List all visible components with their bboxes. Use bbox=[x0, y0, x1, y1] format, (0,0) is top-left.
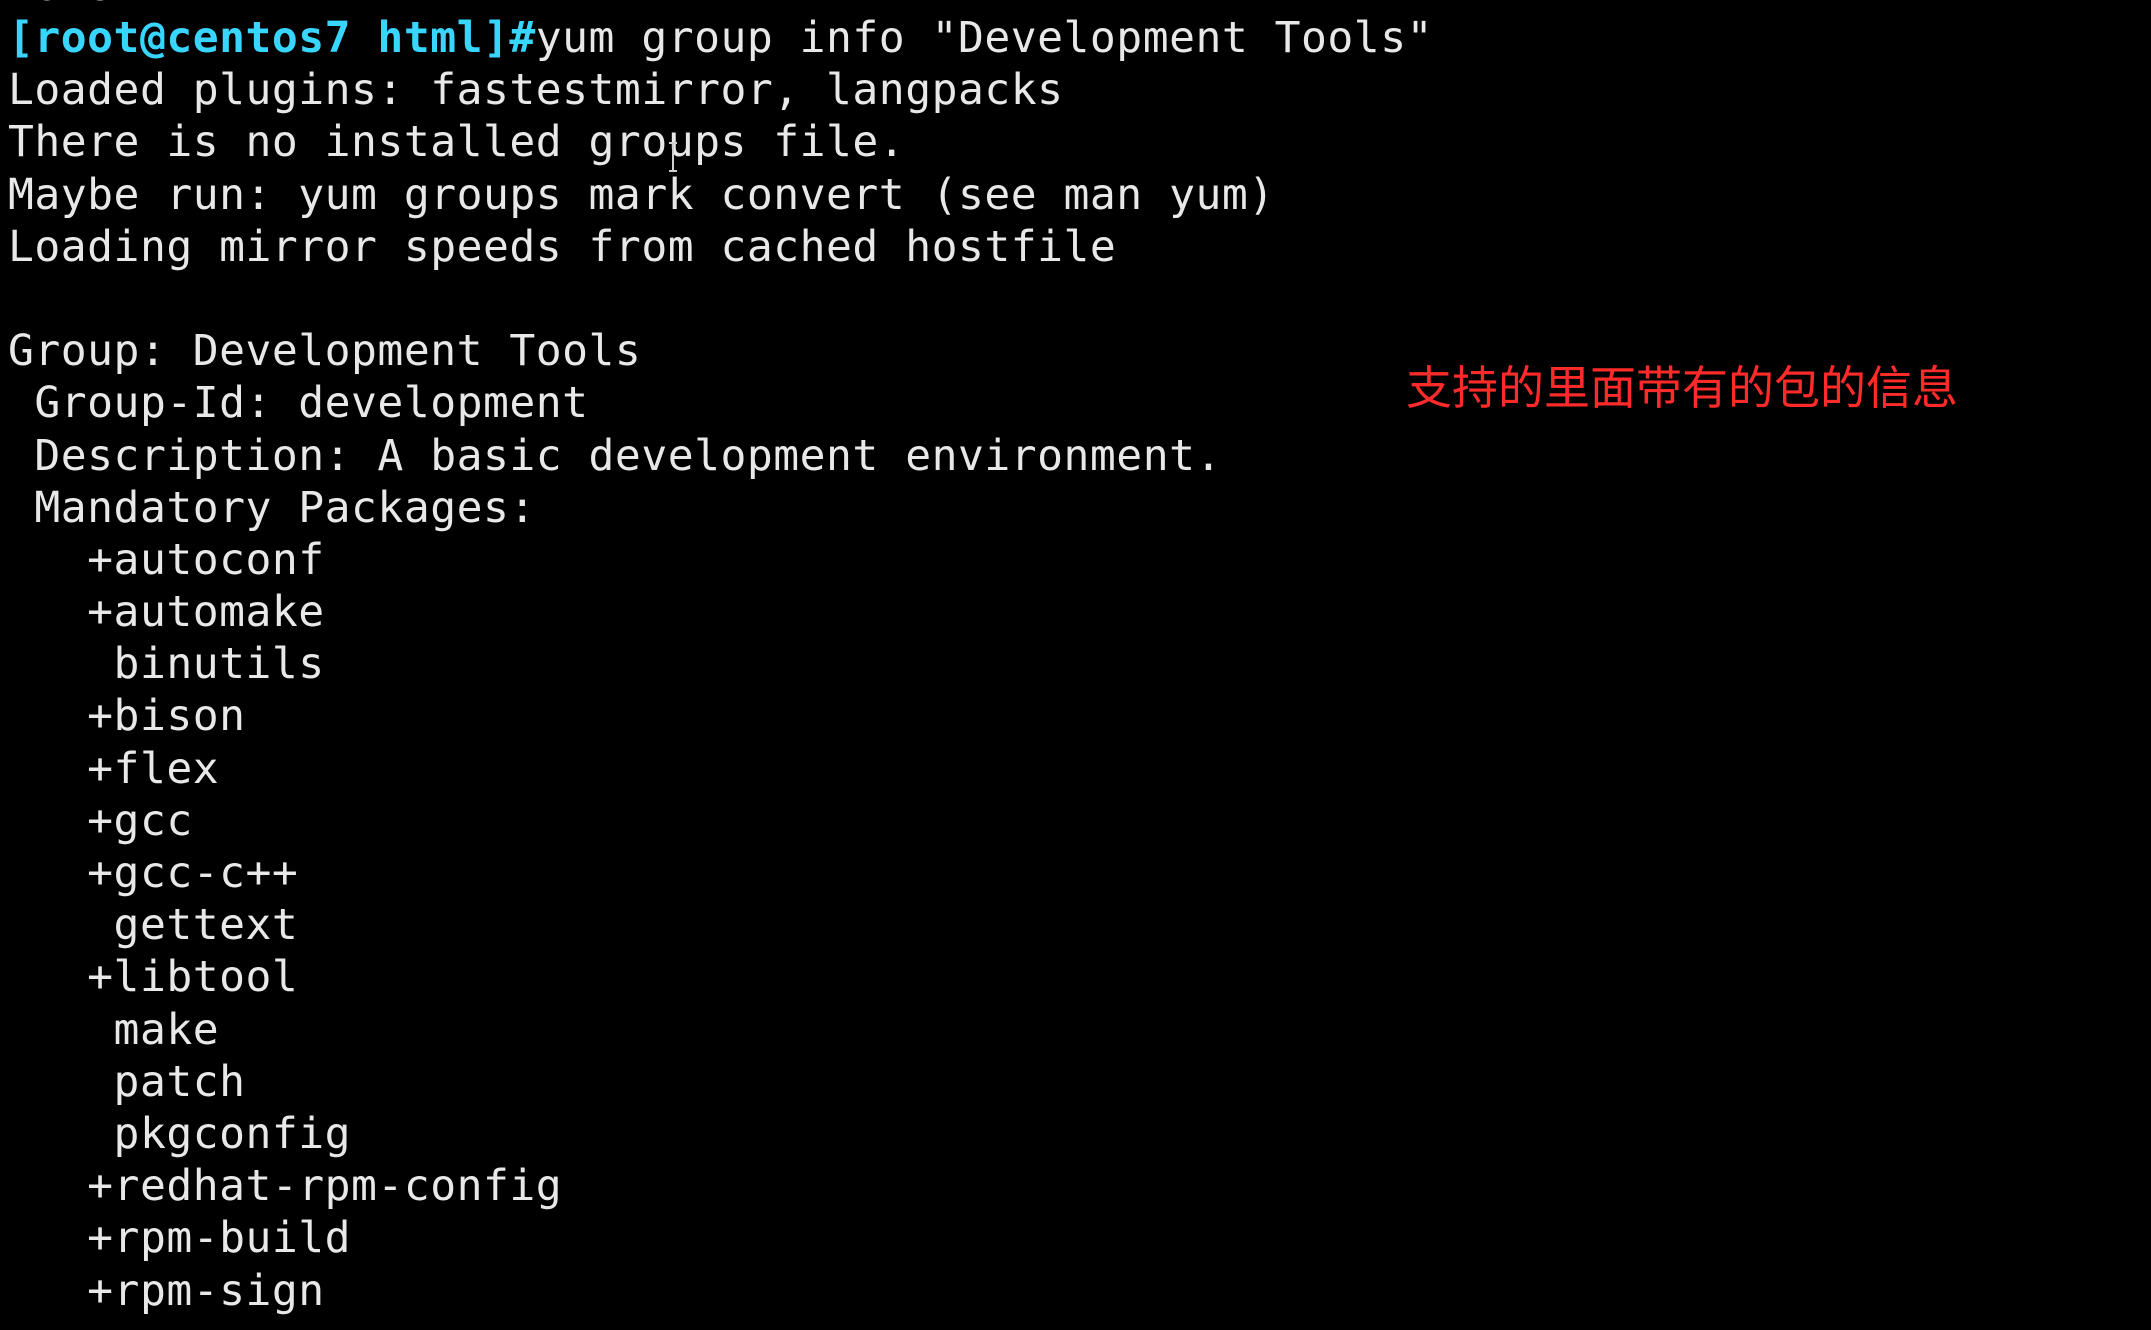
text-cursor-icon bbox=[668, 142, 678, 172]
package-item: +bison bbox=[8, 691, 246, 742]
mandatory-packages-heading: Mandatory Packages: bbox=[8, 482, 536, 533]
shell-command: yum group info "Development Tools" bbox=[535, 13, 1433, 63]
package-item: +automake bbox=[8, 587, 325, 638]
package-item: +flex bbox=[8, 743, 220, 794]
package-item: +gcc bbox=[8, 795, 193, 846]
package-item: +rpm-sign bbox=[8, 1265, 325, 1316]
package-item: binutils bbox=[8, 639, 325, 690]
output-line: Loaded plugins: fastestmirror, langpacks bbox=[8, 65, 1064, 116]
package-item: patch bbox=[8, 1056, 246, 1107]
package-item: make bbox=[8, 1004, 220, 1055]
output-line: Loading mirror speeds from cached hostfi… bbox=[8, 221, 1117, 272]
package-item: +redhat-rpm-config bbox=[8, 1161, 563, 1212]
group-id-line: Group-Id: development bbox=[8, 378, 589, 429]
clipped-previous-output: Done bbox=[8, 0, 112, 12]
package-item: pkgconfig bbox=[8, 1108, 352, 1159]
output-line: Maybe run: yum groups mark convert (see … bbox=[8, 169, 1275, 220]
package-item: +gcc-c++ bbox=[8, 848, 299, 898]
package-item: +autoconf bbox=[8, 534, 325, 585]
output-line-blank bbox=[8, 273, 1433, 325]
package-item: +libtool bbox=[8, 952, 299, 1003]
package-item: +rpm-build bbox=[8, 1213, 352, 1264]
group-description-line: Description: A basic development environ… bbox=[8, 430, 1222, 481]
terminal-output: [root@centos7 html]#yum group info "Deve… bbox=[8, 12, 1433, 1317]
command-line: [root@centos7 html]#yum group info "Deve… bbox=[8, 12, 1433, 64]
output-line: There is no installed groups file. bbox=[8, 117, 906, 168]
shell-prompt: [root@centos7 html]# bbox=[8, 13, 536, 63]
group-title-line: Group: Development Tools bbox=[8, 326, 642, 377]
red-annotation-text: 支持的里面带有的包的信息 bbox=[1406, 361, 1958, 415]
package-item: gettext bbox=[8, 900, 299, 951]
terminal-window[interactable]: Done [root@centos7 html]#yum group info … bbox=[0, 0, 2151, 1330]
